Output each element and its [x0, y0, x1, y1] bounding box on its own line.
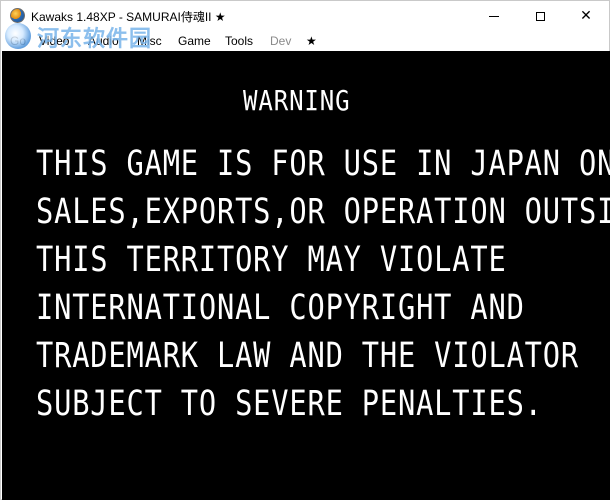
- title-bar[interactable]: Kawaks 1.48XP - SAMURAI侍魂II ★ ✕: [1, 1, 609, 31]
- menu-game[interactable]: Game: [178, 34, 211, 48]
- warning-heading: WARNING: [243, 84, 351, 117]
- game-display[interactable]: WARNING THIS GAME IS FOR USE IN JAPAN ON…: [2, 51, 610, 500]
- minimize-button[interactable]: [471, 1, 517, 31]
- maximize-icon: [535, 11, 545, 21]
- window-title: Kawaks 1.48XP - SAMURAI侍魂II ★: [31, 10, 226, 24]
- close-button[interactable]: ✕: [563, 1, 609, 31]
- warning-line: SUBJECT TO SEVERE PENALTIES.: [36, 384, 543, 424]
- menu-tools[interactable]: Tools: [225, 34, 253, 48]
- kawaks-app-icon[interactable]: [10, 8, 25, 23]
- menu-video[interactable]: Video: [39, 34, 69, 48]
- maximize-button[interactable]: [517, 1, 563, 31]
- menu-bar: Go Video Audio Misc Game Tools Dev ★: [1, 31, 609, 51]
- minimize-icon: [489, 15, 499, 17]
- close-icon: ✕: [580, 8, 592, 24]
- warning-line: THIS TERRITORY MAY VIOLATE: [36, 240, 507, 280]
- warning-line: INTERNATIONAL COPYRIGHT AND: [36, 288, 525, 328]
- menu-dev: Dev: [270, 34, 292, 48]
- emulator-window: Kawaks 1.48XP - SAMURAI侍魂II ★ ✕ Go Video…: [0, 0, 610, 500]
- warning-line: SALES,EXPORTS,OR OPERATION OUTSIDE: [36, 192, 610, 232]
- menu-audio[interactable]: Audio: [88, 34, 119, 48]
- menu-favorites-star[interactable]: ★: [306, 34, 317, 48]
- menu-misc[interactable]: Misc: [137, 34, 162, 48]
- menu-go[interactable]: Go: [10, 34, 26, 48]
- warning-line: THIS GAME IS FOR USE IN JAPAN ONLY.: [36, 144, 610, 184]
- warning-line: TRADEMARK LAW AND THE VIOLATOR: [36, 336, 579, 376]
